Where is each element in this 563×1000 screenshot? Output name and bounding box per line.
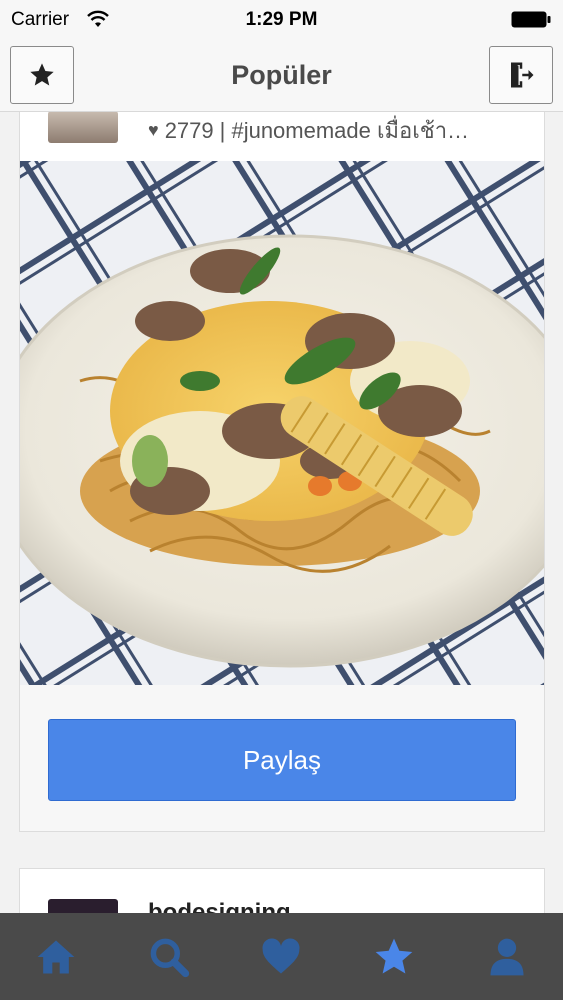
profile-icon <box>490 938 524 975</box>
tab-profile[interactable] <box>450 913 563 1000</box>
battery-icon <box>511 11 551 28</box>
post-header: ♥ 2779 | #junomemade เมื่อเช้า… <box>20 112 544 161</box>
logout-button[interactable] <box>489 46 553 104</box>
post-username[interactable]: bodesigning <box>148 899 291 913</box>
caption-text: | #junomemade เมื่อเช้า… <box>219 118 470 143</box>
navigation-bar: Popüler <box>0 40 563 112</box>
heart-icon: ♥ <box>148 120 159 140</box>
post-caption: ♥ 2779 | #junomemade เมื่อเช้า… <box>148 113 469 148</box>
search-icon <box>150 938 190 977</box>
heart-icon <box>262 937 300 973</box>
home-icon <box>37 940 75 973</box>
like-count: 2779 <box>164 117 214 143</box>
tab-search[interactable] <box>113 913 226 1000</box>
clock: 1:29 PM <box>245 9 318 30</box>
tab-likes[interactable] <box>225 913 338 1000</box>
food-photo <box>20 161 544 685</box>
share-button[interactable]: Paylaş <box>48 719 516 801</box>
avatar[interactable] <box>48 112 118 143</box>
star-icon <box>375 938 413 973</box>
status-bar: Carrier 1:29 PM <box>0 0 563 40</box>
post-photo[interactable] <box>20 161 544 685</box>
tab-popular[interactable] <box>338 913 451 1000</box>
feed[interactable]: ♥ 2779 | #junomemade เมื่อเช้า… Paylaş b… <box>0 112 563 913</box>
tab-bar <box>0 913 563 1000</box>
share-area: Paylaş <box>20 685 544 831</box>
avatar[interactable] <box>48 899 118 913</box>
page-title: Popüler <box>231 60 332 90</box>
logout-icon <box>511 62 534 88</box>
tab-home[interactable] <box>0 913 113 1000</box>
post-card: ♥ 2779 | #junomemade เมื่อเช้า… Paylaş <box>19 112 545 832</box>
post-card: bodesigning <box>19 868 545 913</box>
